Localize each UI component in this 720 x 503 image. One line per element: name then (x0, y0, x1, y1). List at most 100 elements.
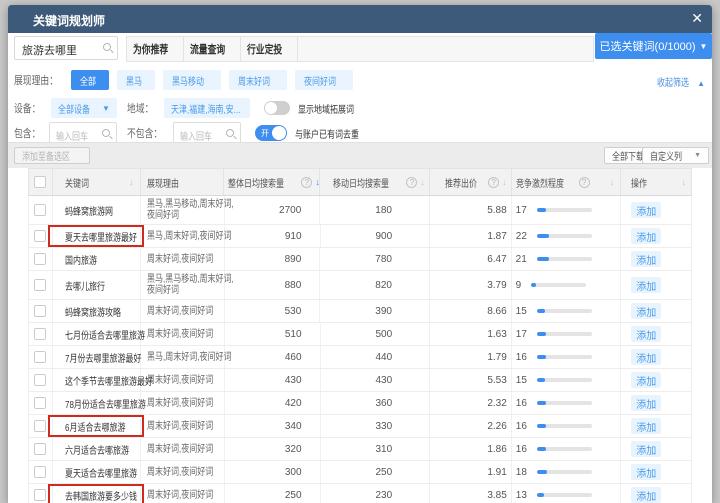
table-row: 夏天适合去哪里旅游 周末好词,夜间好词 300 250 1.91 18 添加 (28, 461, 692, 484)
add-keyword-button[interactable]: 添加 (631, 372, 662, 388)
bid-value: 8.66 (430, 300, 512, 322)
sort-down-icon[interactable]: ↓ (682, 177, 687, 187)
mobile-volume-value: 500 (321, 323, 431, 345)
reason-cell: 周末好词,夜间好词 (141, 461, 225, 483)
info-icon[interactable]: ? (301, 176, 313, 188)
include-exclude-row: 包含： 输入回车 不包含： 输入回车 开 与账户已有词去重 (14, 122, 375, 144)
add-keyword-button[interactable]: 添加 (631, 228, 662, 244)
add-to-candidates-button[interactable]: 添加至备选区 (14, 147, 90, 164)
bid-value: 1.79 (430, 346, 512, 368)
row-checkbox[interactable] (34, 279, 47, 291)
tab-recommended[interactable]: 为你推荐 (127, 37, 184, 61)
competition-bar (536, 401, 592, 405)
info-icon[interactable]: ? (488, 176, 500, 188)
row-checkbox[interactable] (34, 489, 47, 501)
header-bid[interactable]: 推荐出价 ? ↓ (430, 169, 512, 195)
reason-cell: 周末好词,夜间好词 (141, 323, 225, 345)
collapse-filter-link[interactable]: 收起筛选 ▲ (657, 74, 705, 89)
reason-cell: 周末好词,夜间好词 (141, 392, 225, 414)
overall-volume-value: 250 (225, 484, 321, 503)
info-icon[interactable]: ? (578, 176, 590, 188)
add-keyword-button[interactable]: 添加 (631, 202, 662, 218)
reason-chip-all[interactable]: 全部 (71, 70, 109, 90)
add-keyword-button[interactable]: 添加 (631, 487, 662, 503)
row-checkbox[interactable] (34, 305, 47, 317)
row-checkbox[interactable] (34, 420, 47, 432)
add-keyword-button[interactable]: 添加 (631, 277, 662, 293)
keyword-planner-dialog: 关键词规划师 ✕ 旅游去哪里 为你推荐 流量查询 行业定投 已选关键词(0/10… (8, 5, 712, 503)
bid-value: 6.47 (430, 248, 512, 270)
sort-down-icon-active[interactable]: ↓ (315, 177, 320, 187)
region-select[interactable]: 天津,福建,海南,安... ▼ (163, 98, 250, 118)
tab-industry-targeting[interactable]: 行业定投 (241, 37, 298, 61)
competition-bar-fill (536, 424, 546, 428)
add-keyword-button[interactable]: 添加 (631, 395, 662, 411)
sort-down-icon[interactable]: ↓ (610, 177, 615, 187)
reason-chip-heima[interactable]: 黑马 (117, 70, 155, 90)
sort-down-icon[interactable]: ↓ (502, 177, 507, 187)
header-keyword[interactable]: 关键词 ↓ (53, 169, 141, 195)
custom-columns-button[interactable]: 自定义列 ▼ (642, 147, 709, 164)
chevron-down-icon: ▼ (699, 41, 708, 51)
reason-chip-night[interactable]: 夜间好词 (295, 70, 353, 90)
competition-bar (536, 470, 592, 474)
device-select[interactable]: 全部设备 ▼ (51, 98, 117, 118)
header-overall-volume[interactable]: 整体日均搜索量 ? ↓ (224, 169, 321, 195)
row-checkbox[interactable] (34, 230, 47, 242)
competition-bar-fill (536, 234, 549, 238)
bid-value: 5.88 (430, 196, 512, 224)
competition-cell: 16 (512, 438, 622, 460)
add-keyword-button[interactable]: 添加 (631, 464, 662, 480)
selected-keywords-button[interactable]: 已选关键词(0/1000) ▼ (595, 33, 712, 59)
reason-cell: 黑马,周末好词,夜间好词 (141, 225, 231, 247)
add-keyword-button[interactable]: 添加 (631, 441, 662, 457)
row-checkbox[interactable] (34, 253, 47, 265)
close-icon[interactable]: ✕ (691, 10, 703, 27)
region-expand-toggle[interactable] (263, 101, 290, 115)
reason-chip-weekend[interactable]: 周末好词 (229, 70, 287, 90)
header-mobile-volume[interactable]: 移动日均搜索量 ? ↓ (320, 169, 430, 195)
reason-label: 展现理由： (14, 75, 58, 87)
reason-cell: 周末好词,夜间好词 (141, 369, 225, 391)
bid-value: 1.63 (430, 323, 512, 345)
bid-value: 1.91 (430, 461, 512, 483)
row-checkbox[interactable] (34, 466, 47, 478)
select-all-checkbox[interactable] (34, 176, 47, 188)
keyword-cell: 夏天适合去哪里旅游 (53, 461, 141, 483)
add-keyword-button[interactable]: 添加 (631, 326, 662, 342)
mobile-volume-value: 180 (320, 196, 430, 224)
sort-down-icon[interactable]: ↓ (129, 177, 134, 187)
keyword-text: 78月份适合去哪里旅游 (64, 399, 146, 411)
competition-value: 15 (515, 305, 527, 317)
add-keyword-button[interactable]: 添加 (631, 418, 662, 434)
add-keyword-button[interactable]: 添加 (631, 303, 662, 319)
row-checkbox[interactable] (34, 397, 47, 409)
exclude-input[interactable]: 输入回车 (173, 122, 241, 144)
tab-traffic-query[interactable]: 流量查询 (184, 37, 241, 61)
row-checkbox[interactable] (34, 204, 47, 216)
include-input[interactable]: 输入回车 (49, 122, 117, 144)
table-row: 蚂蜂窝旅游攻略 周末好词,夜间好词 530 390 8.66 15 添加 (28, 300, 692, 323)
mobile-volume-value: 250 (321, 461, 431, 483)
header-competition[interactable]: 竞争激烈程度 ? ↓ (512, 169, 622, 195)
competition-bar-fill (536, 470, 547, 474)
sort-down-icon[interactable]: ↓ (420, 177, 425, 187)
reason-chip-heima-mobile[interactable]: 黑马移动 (163, 70, 221, 90)
keyword-search-input[interactable]: 旅游去哪里 (14, 36, 118, 60)
bid-value: 2.26 (430, 415, 512, 437)
table-row: 7月份去哪里旅游最好 黑马,周末好词,夜间好词 460 440 1.79 16 … (28, 346, 692, 369)
row-checkbox[interactable] (34, 374, 47, 386)
row-checkbox[interactable] (34, 443, 47, 455)
header-reason[interactable]: 展现理由 ↓ (141, 169, 686, 195)
row-checkbox[interactable] (34, 328, 47, 340)
info-icon[interactable]: ? (406, 176, 418, 188)
overall-volume-value: 910 (225, 225, 321, 247)
add-keyword-button[interactable]: 添加 (631, 251, 662, 267)
add-keyword-button[interactable]: 添加 (631, 349, 662, 365)
overall-volume-value: 530 (225, 300, 321, 322)
reason-cell: 周末好词,夜间好词 (141, 415, 225, 437)
keyword-cell: 6月适合去哪旅游 (47, 415, 144, 437)
competition-cell: 9 (512, 271, 622, 299)
row-checkbox[interactable] (34, 351, 47, 363)
dedupe-toggle[interactable]: 开 (255, 125, 287, 141)
